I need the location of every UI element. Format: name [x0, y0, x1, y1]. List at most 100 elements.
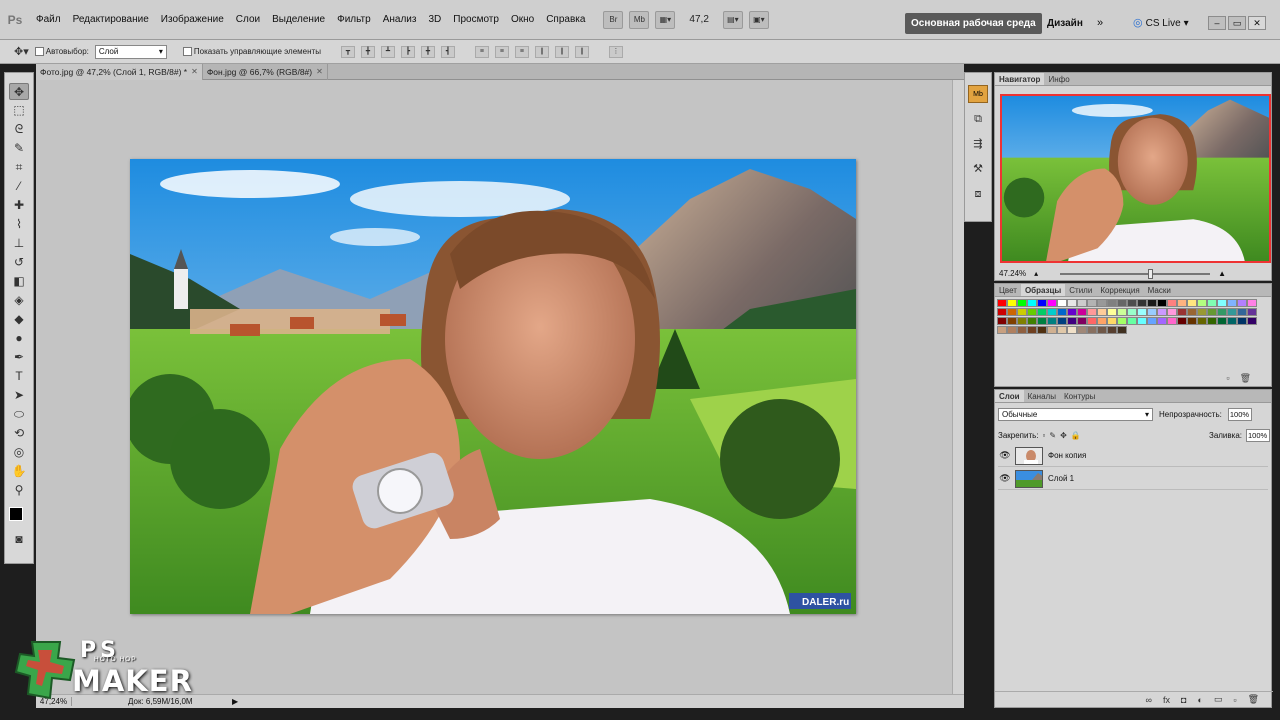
color-swatch[interactable] [1217, 308, 1227, 316]
tab-layers[interactable]: Слои [995, 390, 1024, 402]
screen-mode-button[interactable]: ▣▾ [748, 10, 769, 29]
color-swatch[interactable] [1077, 299, 1087, 307]
eraser-tool-icon[interactable]: ◧ [9, 273, 29, 290]
color-swatch[interactable] [1087, 308, 1097, 316]
color-swatch[interactable] [1147, 308, 1157, 316]
autoselect-dropdown[interactable]: Слой [94, 44, 167, 59]
gradient-tool-icon[interactable]: ◈ [9, 292, 29, 309]
color-swatch[interactable] [1197, 308, 1207, 316]
align-left-icon[interactable]: ┣ [400, 45, 415, 58]
tab-masks[interactable]: Маски [1144, 284, 1175, 296]
color-swatch[interactable] [1157, 308, 1167, 316]
eye-icon[interactable]: 👁 [998, 473, 1012, 484]
color-swatch[interactable] [1117, 317, 1127, 325]
color-swatch[interactable] [1227, 308, 1237, 316]
autoselect-checkbox[interactable]: Автовыбор: [34, 47, 89, 56]
marquee-tool-icon[interactable]: ⬚ [9, 102, 29, 119]
distribute-right-icon[interactable]: ∥ [574, 45, 589, 58]
tool-presets-panel-icon[interactable]: ⚒ [968, 160, 988, 178]
color-swatch[interactable] [1137, 308, 1147, 316]
color-swatch[interactable] [1167, 308, 1177, 316]
color-swatches[interactable] [7, 505, 31, 529]
color-swatch[interactable] [1197, 317, 1207, 325]
color-swatch[interactable] [1237, 317, 1247, 325]
move-tool-icon[interactable]: ✥ [9, 83, 29, 100]
color-swatch[interactable] [1027, 308, 1037, 316]
menu-analysis[interactable]: Анализ [377, 0, 423, 40]
color-swatch[interactable] [1207, 308, 1217, 316]
color-swatch[interactable] [1037, 299, 1047, 307]
path-selection-tool-icon[interactable]: ➤ [9, 387, 29, 404]
foreground-color[interactable] [9, 507, 23, 521]
new-layer-icon[interactable]: ▫ [1233, 695, 1236, 705]
group-icon[interactable]: ▭ [1214, 694, 1223, 705]
color-swatch[interactable] [1207, 317, 1217, 325]
color-swatch[interactable] [1007, 326, 1017, 334]
pen-tool-icon[interactable]: ✒ [9, 349, 29, 366]
color-swatch[interactable] [1037, 326, 1047, 334]
tab-navigator[interactable]: Навигатор [995, 73, 1045, 85]
color-swatch[interactable] [1097, 308, 1107, 316]
slider-handle[interactable] [1148, 268, 1154, 279]
color-swatch[interactable] [1037, 308, 1047, 316]
color-swatch[interactable] [1117, 299, 1127, 307]
3d-rotate-tool-icon[interactable]: ⟲ [9, 425, 29, 442]
color-swatch[interactable] [1157, 299, 1167, 307]
distribute-vcenter-icon[interactable]: ≡ [494, 45, 509, 58]
color-swatch[interactable] [1147, 317, 1157, 325]
3d-orbit-tool-icon[interactable]: ◎ [9, 444, 29, 461]
menu-image[interactable]: Изображение [155, 0, 230, 40]
color-swatch[interactable] [1207, 299, 1217, 307]
color-swatch[interactable] [1217, 317, 1227, 325]
navigator-zoom[interactable]: 47.24% [999, 269, 1026, 278]
vertical-scrollbar[interactable] [952, 80, 964, 694]
align-vcenter-icon[interactable]: ╋ [360, 45, 375, 58]
color-swatch[interactable] [1247, 299, 1257, 307]
distribute-bottom-icon[interactable]: ≡ [514, 45, 529, 58]
color-swatch[interactable] [1107, 308, 1117, 316]
color-swatch[interactable] [1077, 308, 1087, 316]
color-swatch[interactable] [1017, 317, 1027, 325]
color-swatch[interactable] [1127, 308, 1137, 316]
color-swatch[interactable] [1097, 326, 1107, 334]
history-panel-icon[interactable]: ⧉ [968, 110, 988, 128]
color-swatch[interactable] [1107, 299, 1117, 307]
color-swatch[interactable] [1017, 308, 1027, 316]
quick-selection-tool-icon[interactable]: ✎ [9, 140, 29, 157]
color-swatch[interactable] [1077, 326, 1087, 334]
shape-tool-icon[interactable]: ⬭ [9, 406, 29, 423]
blur-tool-icon[interactable]: ◆ [9, 311, 29, 328]
quick-mask-icon[interactable]: ◙ [9, 531, 29, 548]
color-swatch[interactable] [1057, 326, 1067, 334]
tab-adjustments[interactable]: Коррекция [1096, 284, 1143, 296]
navigator-preview[interactable] [1000, 94, 1271, 263]
crop-tool-icon[interactable]: ⌗ [9, 159, 29, 176]
view-extras-button[interactable]: ▦▾ [655, 10, 676, 29]
color-swatch[interactable] [1027, 317, 1037, 325]
menu-layers[interactable]: Слои [230, 0, 266, 40]
color-swatch[interactable] [1247, 317, 1257, 325]
blend-mode-dropdown[interactable]: Обычные [998, 407, 1153, 421]
color-swatch[interactable] [1217, 299, 1227, 307]
lasso-tool-icon[interactable]: ᘓ [9, 121, 29, 138]
zoom-out-icon[interactable]: ▴ [1034, 269, 1038, 278]
color-swatch[interactable] [1007, 317, 1017, 325]
color-swatch[interactable] [1127, 299, 1137, 307]
close-icon[interactable]: ✕ [316, 64, 323, 80]
color-swatch[interactable] [1047, 317, 1057, 325]
document-canvas[interactable]: DALER.ru [130, 159, 856, 614]
color-swatch[interactable] [1067, 299, 1077, 307]
color-swatch[interactable] [1147, 299, 1157, 307]
mini-bridge-button[interactable]: Mb [629, 10, 650, 29]
color-swatch[interactable] [1117, 326, 1127, 334]
zoom-tool-icon[interactable]: ⚲ [9, 482, 29, 499]
color-swatch[interactable] [1107, 326, 1117, 334]
menu-file[interactable]: Файл [30, 0, 67, 40]
menu-edit[interactable]: Редактирование [67, 0, 155, 40]
color-swatch[interactable] [1067, 308, 1077, 316]
color-swatch[interactable] [1067, 326, 1077, 334]
new-swatch-icon[interactable]: ▫ [1226, 373, 1229, 384]
actions-panel-icon[interactable]: ⇶ [968, 135, 988, 153]
mini-bridge-panel-icon[interactable]: Mb [968, 85, 988, 103]
tab-styles[interactable]: Стили [1065, 284, 1096, 296]
